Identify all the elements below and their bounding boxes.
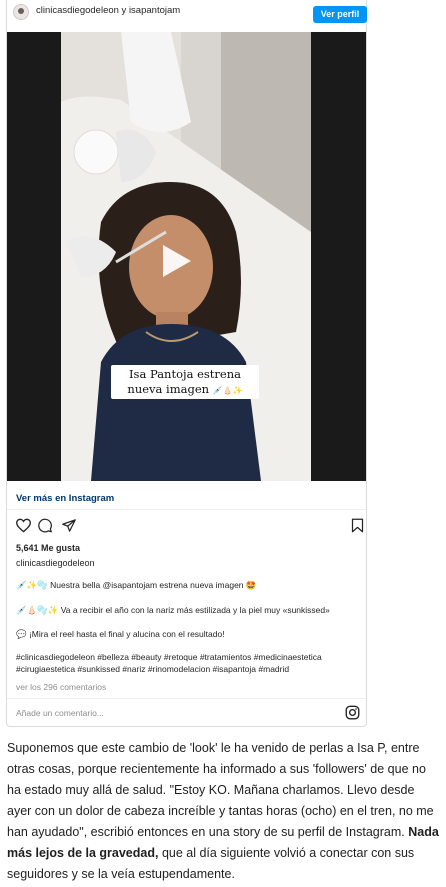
- instagram-embed: clinicasdiegodeleon y isapantojam Ver pe…: [6, 0, 367, 727]
- caption-line: 💬 ¡Mira el reel hasta el final y alucina…: [16, 629, 225, 640]
- instagram-icon[interactable]: [345, 705, 360, 720]
- video-player[interactable]: Isa Pantoja estrena nueva imagen 💉👃🏻✨: [7, 32, 366, 481]
- avatar[interactable]: [13, 4, 29, 20]
- add-comment-input[interactable]: Añade un comentario...: [16, 708, 104, 718]
- post-owner[interactable]: clinicasdiegodeleon: [16, 558, 95, 568]
- article-paragraph: Suponemos que este cambio de 'look' le h…: [7, 741, 434, 839]
- article-body: Suponemos que este cambio de 'look' le h…: [7, 738, 439, 885]
- view-profile-button[interactable]: Ver perfil: [313, 6, 367, 23]
- username[interactable]: clinicasdiegodeleon y isapantojam: [36, 5, 180, 16]
- view-comments-link[interactable]: ver los 296 comentarios: [16, 682, 106, 692]
- share-icon[interactable]: [61, 518, 77, 533]
- likes-count[interactable]: 5,641 Me gusta: [16, 543, 80, 553]
- play-icon[interactable]: [155, 241, 195, 281]
- caption-line: 💉✨🫧 Nuestra bella @isapantojam estrena n…: [16, 580, 256, 591]
- caption-text: Va a recibir el año con la nariz más est…: [60, 605, 330, 615]
- caption-text: Nuestra bella @isapantojam estrena nueva…: [50, 580, 257, 590]
- divider: [7, 698, 366, 699]
- caption-line: 💉👃🏻🫧✨ Va a recibir el año con la nariz m…: [16, 605, 330, 616]
- divider: [7, 509, 366, 510]
- overlay-caption-emoji: 💉👃🏻✨: [212, 386, 243, 395]
- video-caption-overlay: Isa Pantoja estrena nueva imagen 💉👃🏻✨: [111, 365, 259, 399]
- caption-text: ¡Mira el reel hasta el final y alucina c…: [28, 629, 225, 639]
- post-header: clinicasdiegodeleon y isapantojam Ver pe…: [7, 0, 367, 30]
- view-on-instagram-link[interactable]: Ver más en Instagram: [16, 493, 114, 504]
- caption-emoji: 💬: [16, 629, 27, 639]
- comment-icon[interactable]: [37, 518, 53, 533]
- caption-emoji: 💉👃🏻🫧✨: [16, 605, 59, 615]
- bookmark-icon[interactable]: [351, 518, 364, 533]
- caption-emoji: 💉✨🫧: [16, 580, 48, 590]
- heart-icon[interactable]: [15, 518, 32, 533]
- hashtags[interactable]: #clinicasdiegodeleon #belleza #beauty #r…: [16, 652, 361, 675]
